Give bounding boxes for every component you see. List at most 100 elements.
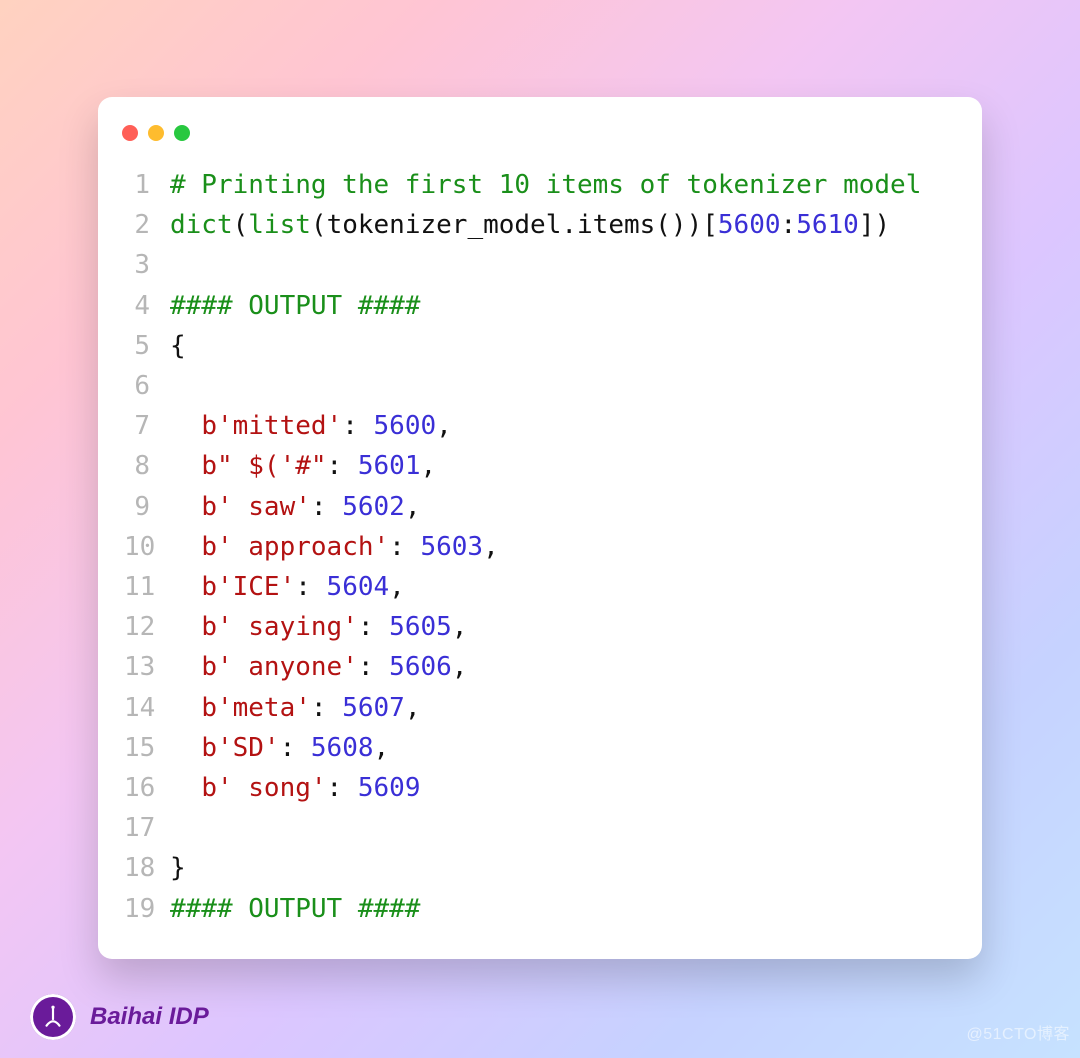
line-number: 14	[124, 688, 170, 728]
code-line: 7 b'mitted': 5600,	[124, 406, 956, 446]
code-token: :	[295, 572, 326, 602]
code-token: 5605	[389, 612, 452, 642]
traffic-dot-green	[174, 125, 190, 141]
code-source: #### OUTPUT ####	[170, 286, 956, 326]
code-token: 5603	[420, 532, 483, 562]
code-line: 10 b' approach': 5603,	[124, 527, 956, 567]
code-token: :	[327, 773, 358, 803]
code-token: }	[170, 853, 186, 883]
code-line: 19#### OUTPUT ####	[124, 889, 956, 929]
line-number: 12	[124, 607, 170, 647]
code-source: #### OUTPUT ####	[170, 889, 956, 929]
brand-footer: Baihai IDP	[30, 994, 209, 1040]
line-number: 3	[124, 245, 170, 285]
code-source	[170, 808, 956, 848]
code-token	[170, 733, 201, 763]
line-number: 17	[124, 808, 170, 848]
code-line: 1# Printing the first 10 items of tokeni…	[124, 165, 956, 205]
code-token	[170, 411, 201, 441]
code-token: b' approach'	[201, 532, 389, 562]
code-token	[170, 693, 201, 723]
code-token: :	[327, 451, 358, 481]
code-token: ,	[405, 492, 421, 522]
code-source: dict(list(tokenizer_model.items())[5600:…	[170, 205, 956, 245]
code-token: 5604	[327, 572, 390, 602]
code-source: }	[170, 848, 956, 888]
line-number: 2	[124, 205, 170, 245]
code-token: ,	[374, 733, 390, 763]
line-number: 7	[124, 406, 170, 446]
line-number: 16	[124, 768, 170, 808]
code-token: :	[311, 693, 342, 723]
code-line: 15 b'SD': 5608,	[124, 728, 956, 768]
watermark-text: @51CTO博客	[966, 1020, 1070, 1044]
code-token: b'meta'	[201, 693, 311, 723]
code-source	[170, 245, 956, 285]
code-token: tokenizer_model.items()	[327, 210, 687, 240]
code-source: b'meta': 5607,	[170, 688, 956, 728]
code-source: {	[170, 326, 956, 366]
code-token: ,	[420, 451, 436, 481]
code-line: 8 b" $('#": 5601,	[124, 446, 956, 486]
code-source	[170, 366, 956, 406]
code-token: #### OUTPUT ####	[170, 894, 420, 924]
brand-logo-icon	[30, 994, 76, 1040]
code-token: b'SD'	[201, 733, 279, 763]
code-line: 2dict(list(tokenizer_model.items())[5600…	[124, 205, 956, 245]
code-block: 1# Printing the first 10 items of tokeni…	[124, 165, 956, 929]
code-token: 5602	[342, 492, 405, 522]
line-number: 10	[124, 527, 170, 567]
code-token: 5610	[796, 210, 859, 240]
code-line: 6	[124, 366, 956, 406]
brand-name: Baihai IDP	[90, 1003, 209, 1031]
code-token: 5607	[342, 693, 405, 723]
code-line: 12 b' saying': 5605,	[124, 607, 956, 647]
code-token: b'mitted'	[201, 411, 342, 441]
code-source: b' saying': 5605,	[170, 607, 956, 647]
code-token: :	[342, 411, 373, 441]
code-token: :	[358, 612, 389, 642]
line-number: 1	[124, 165, 170, 205]
code-token: ,	[452, 612, 468, 642]
code-source: b' anyone': 5606,	[170, 647, 956, 687]
line-number: 13	[124, 647, 170, 687]
line-number: 15	[124, 728, 170, 768]
code-token	[170, 652, 201, 682]
code-source: b' approach': 5603,	[170, 527, 956, 567]
code-token: ,	[389, 572, 405, 602]
code-token: 5600	[718, 210, 781, 240]
code-token: :	[781, 210, 797, 240]
code-source: b'ICE': 5604,	[170, 567, 956, 607]
code-token: :	[389, 532, 420, 562]
code-token	[170, 773, 201, 803]
code-token: # Printing the first 10 items of tokeniz…	[170, 170, 921, 200]
code-line: 18}	[124, 848, 956, 888]
code-token: list	[248, 210, 311, 240]
code-token	[170, 572, 201, 602]
code-token	[170, 492, 201, 522]
code-token: )[	[687, 210, 718, 240]
line-number: 19	[124, 889, 170, 929]
line-number: 4	[124, 286, 170, 326]
code-token: :	[358, 652, 389, 682]
line-number: 9	[124, 487, 170, 527]
code-token: ])	[859, 210, 890, 240]
code-token: ,	[436, 411, 452, 441]
code-token: 5606	[389, 652, 452, 682]
code-token	[170, 451, 201, 481]
code-token: {	[170, 331, 186, 361]
code-token: ,	[405, 693, 421, 723]
code-line: 16 b' song': 5609	[124, 768, 956, 808]
line-number: 6	[124, 366, 170, 406]
code-token: ,	[452, 652, 468, 682]
line-number: 5	[124, 326, 170, 366]
code-line: 3	[124, 245, 956, 285]
code-token: 5601	[358, 451, 421, 481]
code-token: 5609	[358, 773, 421, 803]
code-line: 17	[124, 808, 956, 848]
traffic-dot-red	[122, 125, 138, 141]
code-token: #### OUTPUT ####	[170, 291, 420, 321]
traffic-dot-yellow	[148, 125, 164, 141]
line-number: 8	[124, 446, 170, 486]
code-token: b'ICE'	[201, 572, 295, 602]
